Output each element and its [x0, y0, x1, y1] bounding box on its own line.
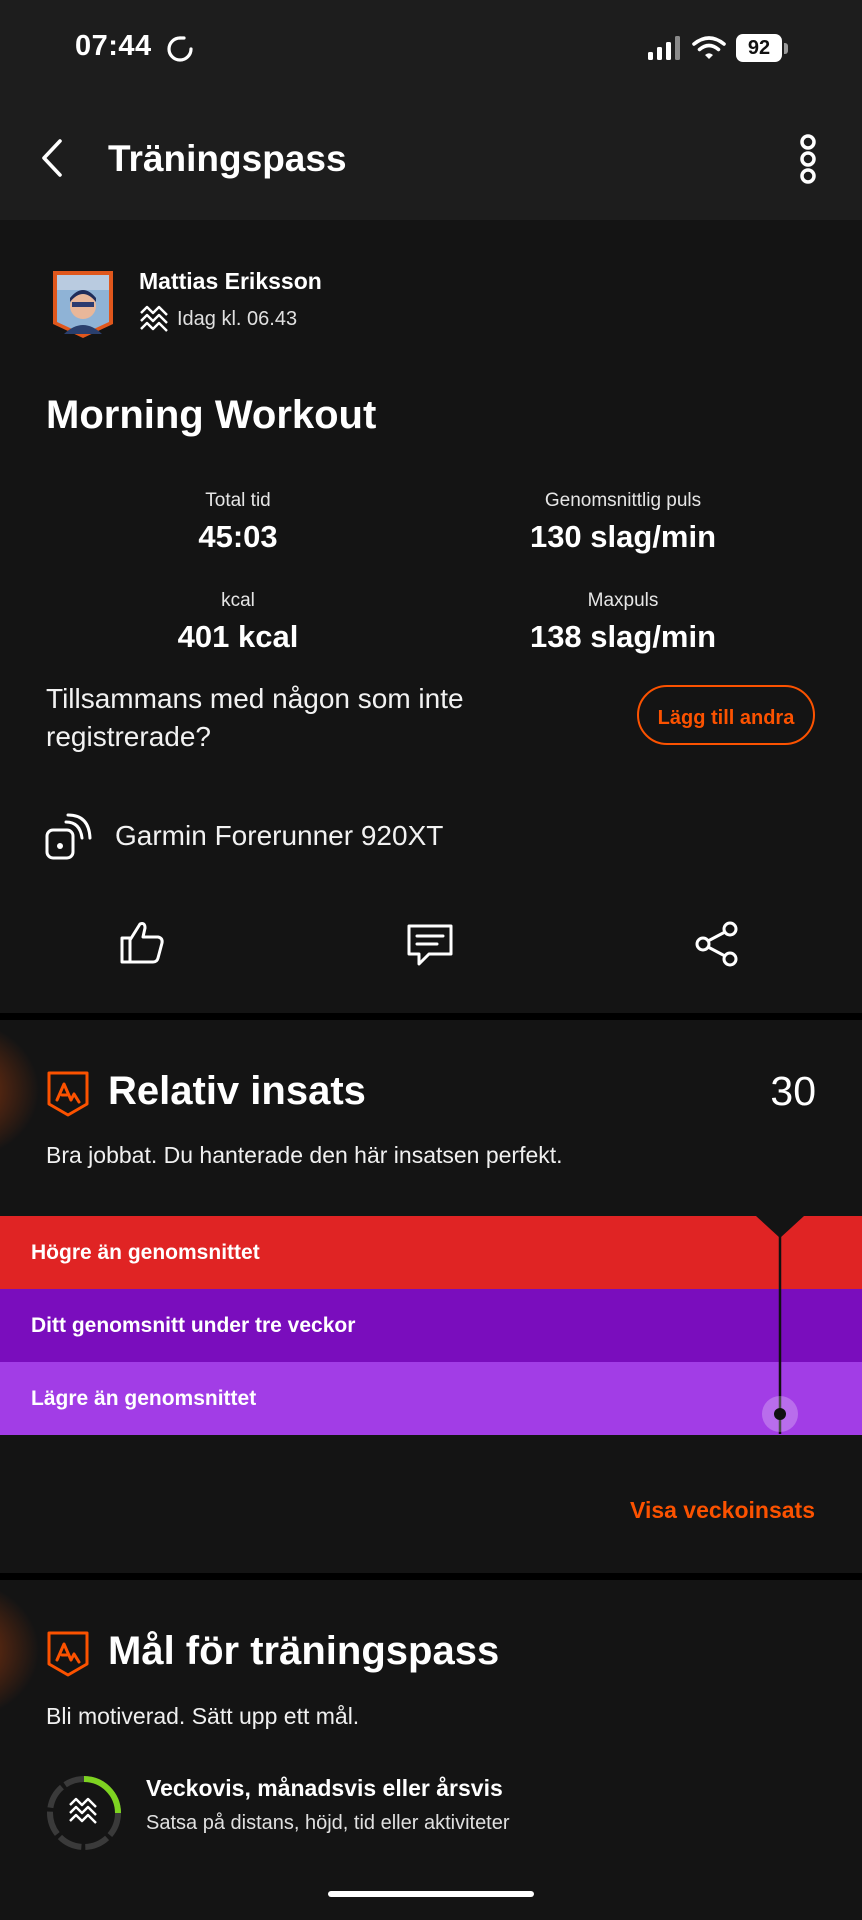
activity-title: Morning Workout: [46, 393, 377, 437]
section-divider: [0, 1573, 862, 1580]
athlete-avatar[interactable]: [50, 268, 116, 340]
goal-option-subtitle: Satsa på distans, höjd, tid eller aktivi…: [146, 1812, 510, 1834]
battery-tip: [784, 43, 788, 54]
home-indicator[interactable]: [328, 1891, 534, 1897]
battery-level: 92: [736, 34, 782, 62]
goal-option-title[interactable]: Veckovis, månadsvis eller årsvis: [146, 1775, 503, 1802]
wifi-icon: [692, 36, 726, 59]
effort-band-low: Lägre än genomsnittet: [0, 1362, 862, 1435]
together-prompt: Tillsammans med någon som inte registrer…: [46, 683, 464, 752]
section-title: Relativ insats: [108, 1069, 366, 1113]
stat-label: Maxpuls: [587, 590, 659, 611]
stat-value: 130 slag/min: [529, 519, 717, 554]
signal-icon: [648, 36, 680, 60]
workout-type-icon: [140, 305, 168, 332]
section-description: Bra jobbat. Du hanterade den här insatse…: [46, 1142, 563, 1168]
add-others-button[interactable]: Lägg till andra: [637, 685, 815, 745]
effort-score: 30: [770, 1068, 816, 1114]
goals-icon: [47, 1631, 89, 1677]
back-arrow-icon[interactable]: [38, 138, 66, 178]
section-description: Bli motiverad. Sätt upp ett mål.: [46, 1703, 360, 1729]
status-bar: 07:44 92: [0, 0, 862, 100]
sync-icon: [167, 36, 193, 62]
activity-timestamp: Idag kl. 06.43: [177, 308, 298, 330]
device-icon: [45, 813, 92, 860]
stat-label: Total tid: [205, 490, 271, 511]
section-divider: [0, 1013, 862, 1020]
status-time: 07:44: [75, 30, 152, 62]
stat-label: Genomsnittlig puls: [544, 490, 702, 511]
more-options-icon[interactable]: [796, 134, 820, 184]
stat-value: 45:03: [198, 519, 278, 554]
effort-band-high: Högre än genomsnittet: [0, 1216, 862, 1289]
effort-band-average: Ditt genomsnitt under tre veckor: [0, 1289, 862, 1362]
effort-marker: [756, 1216, 804, 1434]
stat-value: 138 slag/min: [529, 619, 717, 654]
device-name: Garmin Forerunner 920XT: [115, 820, 444, 851]
comment-icon[interactable]: [405, 922, 455, 968]
activity-card: [0, 220, 862, 1013]
athlete-name[interactable]: Mattias Eriksson: [139, 268, 322, 295]
stat-value: 401 kcal: [177, 619, 299, 654]
stat-label: kcal: [221, 590, 255, 611]
weekly-effort-link[interactable]: Visa veckoinsats: [560, 1497, 815, 1524]
goal-progress-ring-icon[interactable]: [46, 1775, 122, 1851]
thumbs-up-icon[interactable]: [118, 918, 166, 966]
relative-effort-icon: [47, 1071, 89, 1117]
page-title: Träningspass: [108, 138, 347, 179]
share-icon[interactable]: [693, 920, 741, 968]
section-title: Mål för träningspass: [108, 1629, 500, 1673]
